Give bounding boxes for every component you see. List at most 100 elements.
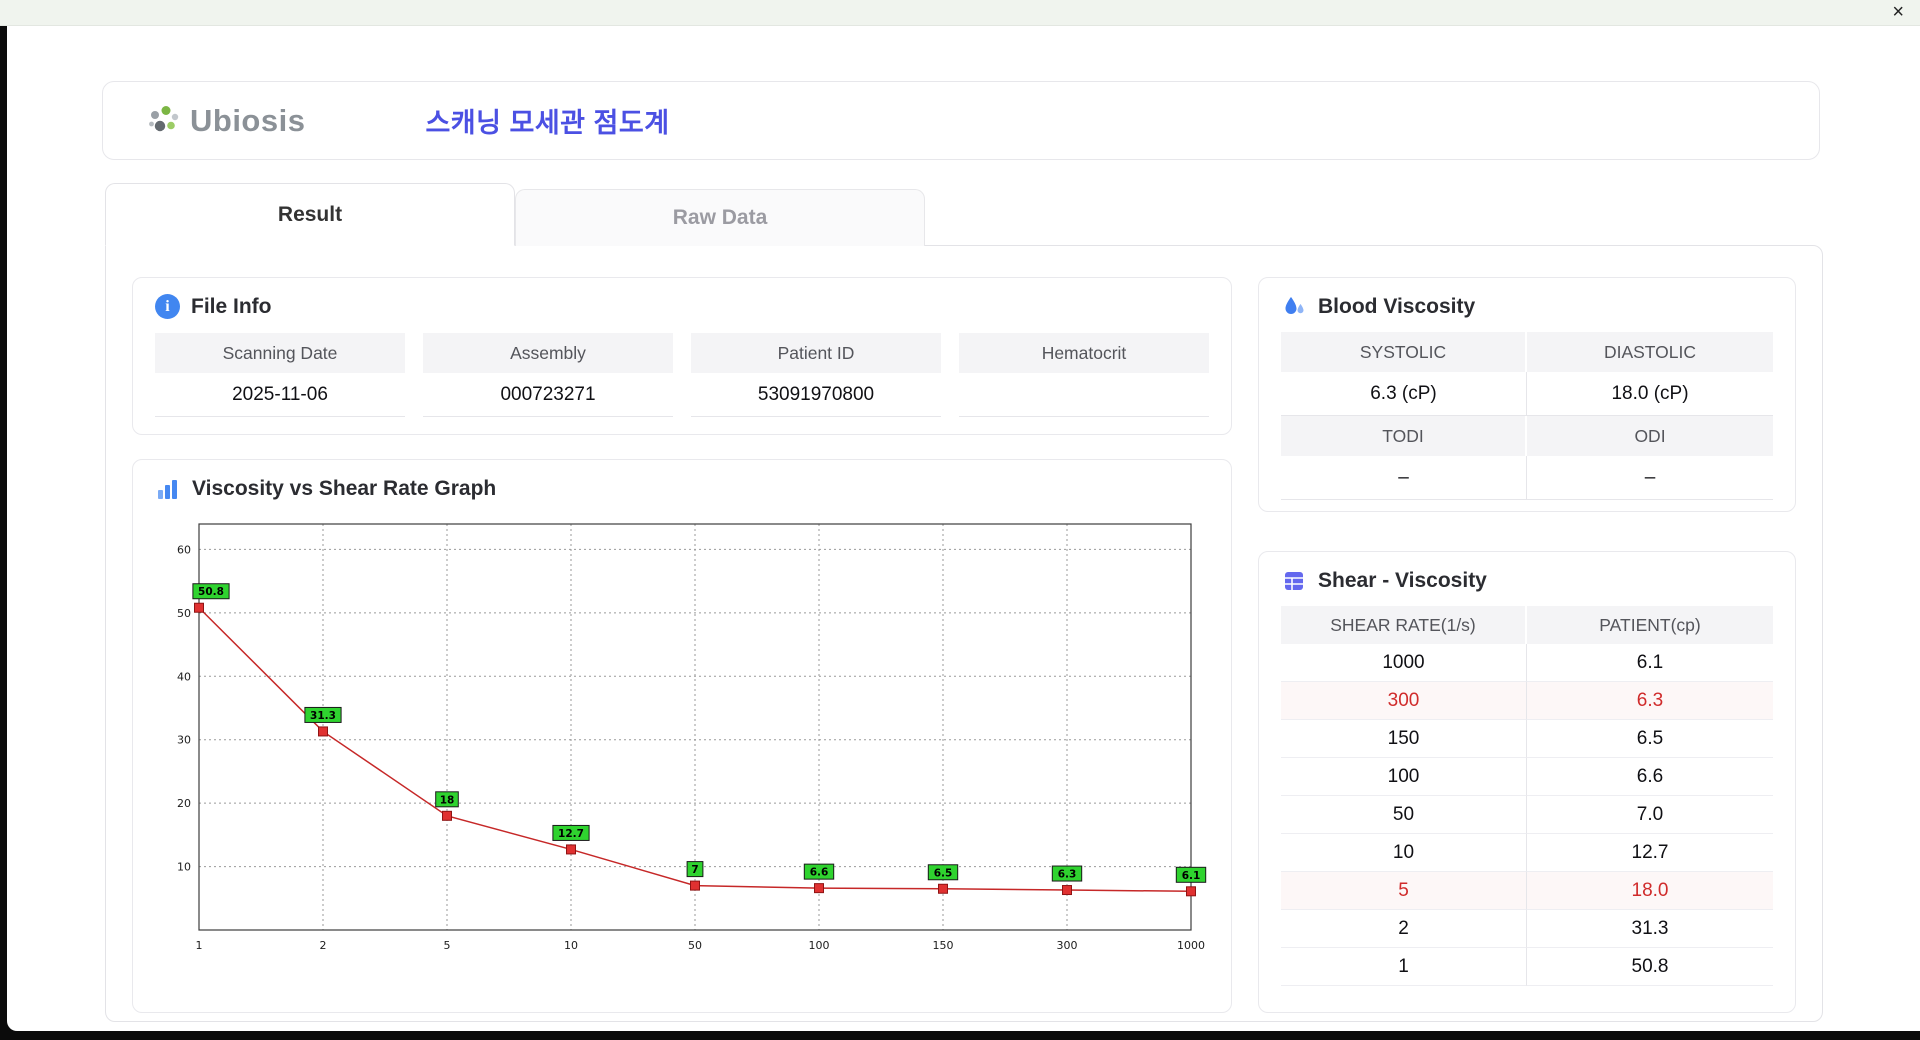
blood-viscosity-card: Blood Viscosity SYSTOLIC DIASTOLIC 6.3 (cP… bbox=[1258, 277, 1796, 512]
svg-text:6.1: 6.1 bbox=[1182, 870, 1201, 882]
shear-viscosity-title: Shear - Viscosity bbox=[1318, 569, 1487, 592]
svg-text:1000: 1000 bbox=[1177, 939, 1205, 952]
svg-text:18: 18 bbox=[440, 794, 455, 806]
svg-text:1: 1 bbox=[196, 939, 203, 952]
shear-table-header: SHEAR RATE(1/s) PATIENT(cp) bbox=[1281, 606, 1773, 644]
blood-viscosity-header: Blood Viscosity bbox=[1281, 294, 1773, 320]
svg-text:20: 20 bbox=[177, 797, 191, 810]
shear-table-row: 5 18.0 bbox=[1281, 872, 1773, 910]
shear-table-row: 50 7.0 bbox=[1281, 796, 1773, 834]
patient-cell: 31.3 bbox=[1527, 910, 1773, 948]
file-info-field-label: Scanning Date bbox=[155, 333, 405, 373]
file-info-card: i File Info Scanning Date 2025-11-06 Assem… bbox=[132, 277, 1232, 435]
svg-text:6.6: 6.6 bbox=[810, 867, 829, 879]
bar-chart-icon bbox=[155, 476, 181, 502]
shear-viscosity-table: SHEAR RATE(1/s) PATIENT(cp) 1000 6.1 300 6.… bbox=[1281, 606, 1773, 986]
close-button[interactable]: × bbox=[1892, 0, 1904, 25]
svg-text:6.5: 6.5 bbox=[934, 867, 953, 879]
shear-table-row: 150 6.5 bbox=[1281, 720, 1773, 758]
patient-cell: 12.7 bbox=[1527, 834, 1773, 872]
droplet-icon bbox=[1281, 294, 1307, 320]
patient-cell: 50.8 bbox=[1527, 948, 1773, 986]
blood-viscosity-value: – bbox=[1281, 456, 1527, 500]
shear-table-row: 10 12.7 bbox=[1281, 834, 1773, 872]
svg-text:7: 7 bbox=[691, 864, 698, 876]
svg-text:60: 60 bbox=[177, 543, 191, 556]
file-info-field: Assembly 000723271 bbox=[423, 333, 673, 417]
right-column: Blood Viscosity SYSTOLIC DIASTOLIC 6.3 (cP… bbox=[1258, 277, 1796, 1013]
shear-rate-cell: 150 bbox=[1281, 720, 1527, 758]
shear-table-row: 1 50.8 bbox=[1281, 948, 1773, 986]
info-icon: i bbox=[155, 294, 180, 319]
shear-viscosity-card: Shear - Viscosity SHEAR RATE(1/s) PATIEN… bbox=[1258, 551, 1796, 1013]
shear-rate-cell: 300 bbox=[1281, 682, 1527, 720]
svg-text:30: 30 bbox=[177, 734, 191, 747]
patient-column-header: PATIENT(cp) bbox=[1527, 606, 1773, 644]
left-column: i File Info Scanning Date 2025-11-06 Assem… bbox=[132, 277, 1232, 1013]
blood-viscosity-value: 18.0 (cP) bbox=[1527, 372, 1773, 416]
shear-viscosity-header: Shear - Viscosity bbox=[1281, 568, 1773, 594]
table-icon bbox=[1281, 568, 1307, 594]
patient-cell: 6.5 bbox=[1527, 720, 1773, 758]
file-info-field-value: 000723271 bbox=[423, 373, 673, 417]
tab-bar: Result Raw Data bbox=[105, 183, 925, 246]
file-info-field-label: Hematocrit bbox=[959, 333, 1209, 373]
brand-logo: Ubiosis bbox=[145, 103, 305, 139]
tab-raw-data[interactable]: Raw Data bbox=[515, 189, 925, 246]
app-window: Ubiosis 스캐닝 모세관 점도계 Result Raw Data i Fi… bbox=[7, 0, 1920, 1031]
tab-result[interactable]: Result bbox=[105, 183, 515, 246]
shear-rate-column-header: SHEAR RATE(1/s) bbox=[1281, 606, 1527, 644]
svg-text:50: 50 bbox=[177, 607, 191, 620]
patient-cell: 6.1 bbox=[1527, 644, 1773, 682]
window-titlebar: × bbox=[0, 0, 1920, 26]
brand-text: Ubiosis bbox=[190, 102, 306, 138]
svg-text:10: 10 bbox=[564, 939, 578, 952]
blood-viscosity-title: Blood Viscosity bbox=[1318, 295, 1476, 318]
page-title: 스캐닝 모세관 점도계 bbox=[425, 108, 670, 138]
blood-viscosity-grid: SYSTOLIC DIASTOLIC 6.3 (cP) 18.0 (cP) TODI OD… bbox=[1281, 332, 1773, 500]
shear-table-row: 2 31.3 bbox=[1281, 910, 1773, 948]
patient-cell: 6.3 bbox=[1527, 682, 1773, 720]
viscosity-graph-card: Viscosity vs Shear Rate Graph 10 20 30 40 50… bbox=[132, 459, 1232, 1013]
file-info-field-value: 2025-11-06 bbox=[155, 373, 405, 417]
shear-table-row: 300 6.3 bbox=[1281, 682, 1773, 720]
svg-text:2: 2 bbox=[320, 939, 327, 952]
file-info-field-value: 53091970800 bbox=[691, 373, 941, 417]
graph-header: Viscosity vs Shear Rate Graph bbox=[155, 476, 1209, 502]
blood-viscosity-label: TODI bbox=[1281, 416, 1527, 456]
file-info-field-label: Patient ID bbox=[691, 333, 941, 373]
shear-rate-cell: 50 bbox=[1281, 796, 1527, 834]
svg-text:300: 300 bbox=[1057, 939, 1078, 952]
svg-text:100: 100 bbox=[809, 939, 830, 952]
shear-rate-cell: 10 bbox=[1281, 834, 1527, 872]
tab-result-label: Result bbox=[277, 202, 343, 226]
patient-cell: 6.6 bbox=[1527, 758, 1773, 796]
shear-table-row: 100 6.6 bbox=[1281, 758, 1773, 796]
svg-text:31.3: 31.3 bbox=[310, 710, 336, 722]
logo-dots-icon bbox=[145, 104, 183, 138]
svg-text:40: 40 bbox=[177, 670, 191, 683]
patient-cell: 18.0 bbox=[1527, 872, 1773, 910]
file-info-header: i File Info bbox=[155, 294, 1209, 319]
chart-wrap: 10 20 30 40 50 60 1 2 5 10 50 100 150 300 1000 50.8 31.3… bbox=[155, 512, 1209, 989]
shear-rate-cell: 2 bbox=[1281, 910, 1527, 948]
blood-viscosity-label: ODI bbox=[1527, 416, 1773, 456]
file-info-field: Patient ID 53091970800 bbox=[691, 333, 941, 417]
file-info-field-label: Assembly bbox=[423, 333, 673, 373]
shear-table-row: 1000 6.1 bbox=[1281, 644, 1773, 682]
file-info-title: File Info bbox=[191, 294, 272, 318]
file-info-field-value bbox=[959, 373, 1209, 417]
patient-cell: 7.0 bbox=[1527, 796, 1773, 834]
blood-viscosity-value: – bbox=[1527, 456, 1773, 500]
blood-viscosity-label: DIASTOLIC bbox=[1527, 332, 1773, 372]
svg-text:50: 50 bbox=[688, 939, 702, 952]
shear-rate-cell: 1000 bbox=[1281, 644, 1527, 682]
svg-text:5: 5 bbox=[444, 939, 451, 952]
graph-title: Viscosity vs Shear Rate Graph bbox=[192, 477, 497, 500]
svg-text:50.8: 50.8 bbox=[198, 586, 224, 598]
shear-rate-cell: 1 bbox=[1281, 948, 1527, 986]
svg-text:150: 150 bbox=[933, 939, 954, 952]
shear-rate-cell: 5 bbox=[1281, 872, 1527, 910]
blood-viscosity-label: SYSTOLIC bbox=[1281, 332, 1527, 372]
shear-rate-cell: 100 bbox=[1281, 758, 1527, 796]
